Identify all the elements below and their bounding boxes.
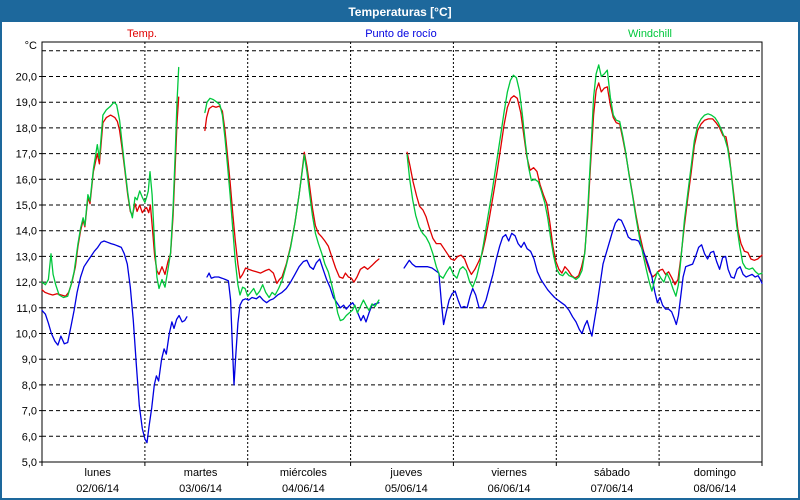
plot-area: 5,0 6,0 7,0 8,0 9,0 10,0 11,0 12,0 13,0 14,0 15,0 1… xyxy=(2,22,800,500)
x-axis-date-label: 05/06/14 xyxy=(385,483,428,495)
x-axis-date-label: 03/06/14 xyxy=(179,483,222,495)
x-axis-day-label: domingo xyxy=(694,467,736,479)
y-axis-tick-label: 18,0 xyxy=(16,123,37,135)
y-axis-tick-label: 19,0 xyxy=(16,97,37,109)
y-axis-tick-label: 9,0 xyxy=(22,354,37,366)
y-axis-tick-label: 20,0 xyxy=(16,72,37,84)
x-axis-day-label: lunes xyxy=(85,467,112,479)
x-axis-date-label: 02/06/14 xyxy=(76,483,119,495)
y-axis-unit-label: °C xyxy=(25,40,37,52)
x-axis-date-label: 07/06/14 xyxy=(591,483,634,495)
y-axis-tick-label: 5,0 xyxy=(22,457,37,469)
y-axis-tick-label: 7,0 xyxy=(22,406,37,418)
x-axis-day-label: sábado xyxy=(594,467,630,479)
y-axis-tick-label: 17,0 xyxy=(16,149,37,161)
y-axis-tick-label: 16,0 xyxy=(16,174,37,186)
y-axis-tick-label: 14,0 xyxy=(16,226,37,238)
y-axis-tick-label: 6,0 xyxy=(22,431,37,443)
y-axis-tick-label: 15,0 xyxy=(16,200,37,212)
title-bar: Temperaturas [°C] xyxy=(2,2,798,22)
chart-window: Temperaturas [°C] Temp. Punto de rocío W… xyxy=(0,0,800,500)
series-line-punto-de-roc-o xyxy=(42,219,762,443)
x-axis-day-label: viernes xyxy=(491,467,527,479)
x-axis-date-label: 06/06/14 xyxy=(488,483,531,495)
plot-frame xyxy=(42,42,762,462)
y-axis-tick-label: 12,0 xyxy=(16,277,37,289)
x-axis-day-label: martes xyxy=(184,467,218,479)
series-line-temp xyxy=(42,83,762,296)
y-axis-tick-label: 11,0 xyxy=(16,303,37,315)
x-axis-day-label: jueves xyxy=(389,467,422,479)
x-axis-date-label: 04/06/14 xyxy=(282,483,325,495)
y-axis-tick-label: 10,0 xyxy=(16,329,37,341)
chart-title: Temperaturas [°C] xyxy=(348,5,451,19)
y-axis-tick-label: 13,0 xyxy=(16,251,37,263)
x-axis-day-label: miércoles xyxy=(280,467,328,479)
y-axis-tick-label: 8,0 xyxy=(22,380,37,392)
x-axis-date-label: 08/06/14 xyxy=(693,483,736,495)
